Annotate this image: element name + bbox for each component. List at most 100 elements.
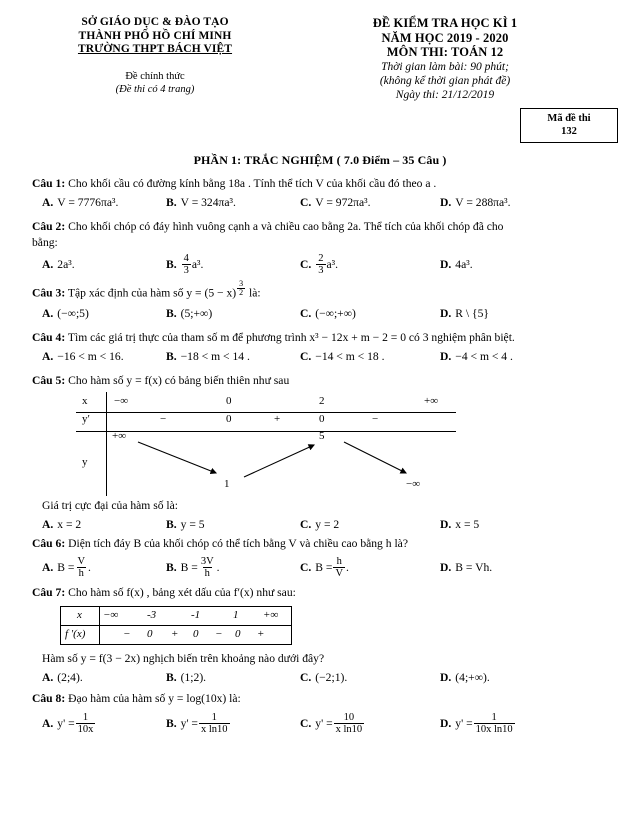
fraction-denominator: 3 bbox=[181, 264, 191, 276]
school-name: TRƯỜNG THPT BÁCH VIỆT bbox=[77, 43, 233, 55]
option-suffix: . bbox=[88, 561, 91, 574]
question-5-prompt-row: Giá trị cực đại của hàm số là: A. x = 2 … bbox=[32, 498, 614, 533]
question-7-option-a[interactable]: A. (2;4). bbox=[42, 670, 166, 686]
question-3-option-c[interactable]: C. (−∞;+∞) bbox=[300, 306, 440, 322]
fprime-sign-0: − bbox=[123, 627, 131, 640]
question-5-option-d[interactable]: D. x = 5 bbox=[440, 517, 560, 533]
option-text: (−2;1). bbox=[315, 670, 348, 684]
question-2: Câu 2: Cho khối chóp có đáy hình vuông c… bbox=[32, 219, 614, 277]
question-6-option-a[interactable]: A. B = V h . bbox=[42, 556, 166, 580]
exam-page: SỞ GIÁO DỤC & ĐÀO TẠO THÀNH PHỐ HỒ CHÍ M… bbox=[0, 0, 640, 833]
question-3-label: Câu 3: bbox=[32, 286, 66, 300]
question-1-option-d[interactable]: D. V = 288πa³. bbox=[440, 195, 560, 211]
school-header: SỞ GIÁO DỤC & ĐÀO TẠO THÀNH PHỐ HỒ CHÍ M… bbox=[30, 16, 280, 96]
fraction: 1 10x ln10 bbox=[473, 712, 515, 735]
fraction-denominator: h bbox=[76, 567, 86, 579]
question-5-option-c[interactable]: C. y = 2 bbox=[300, 517, 440, 533]
option-letter: A. bbox=[42, 670, 54, 684]
option-text: (−∞;5) bbox=[57, 306, 89, 320]
option-letter: C. bbox=[300, 517, 312, 531]
exam-code-wrapper: Mã đề thi 132 bbox=[0, 102, 640, 143]
exponent-fraction: 3 2 bbox=[237, 278, 246, 298]
variation-arrows bbox=[137, 440, 407, 478]
question-6-option-b[interactable]: B. B = 3V h . bbox=[166, 556, 300, 580]
question-8-option-c[interactable]: C. y' = 10 x ln10 bbox=[300, 712, 440, 736]
sign-table: x −∞ -3 -1 1 +∞ f '(x) − 0 + 0 − 0 + bbox=[60, 605, 292, 645]
question-4-option-d[interactable]: D. −4 < m < 4 . bbox=[440, 349, 560, 365]
option-letter: A. bbox=[42, 258, 54, 271]
question-3-option-d[interactable]: D. R \ {5} bbox=[440, 306, 560, 322]
question-2-option-d[interactable]: D. 4a³. bbox=[440, 254, 560, 277]
question-3: Câu 3: Tập xác định của hàm số y = (5 − … bbox=[32, 279, 614, 322]
question-2-option-a[interactable]: A. 2a³. bbox=[42, 254, 166, 277]
question-8-option-b[interactable]: B. y' = 1 x ln10 bbox=[166, 712, 300, 736]
subject: MÔN THI: TOÁN 12 bbox=[386, 45, 504, 59]
question-2-option-c[interactable]: C. 2 3 a³. bbox=[300, 253, 440, 277]
fraction: 1 10x bbox=[75, 712, 96, 735]
option-letter: C. bbox=[300, 717, 312, 730]
x-value-2: -1 bbox=[191, 608, 201, 621]
option-text: R \ {5} bbox=[455, 306, 489, 320]
option-letter: D. bbox=[440, 306, 452, 320]
question-1-option-b[interactable]: B. V = 324πa³. bbox=[166, 195, 300, 211]
question-4-stem: Tìm các giá trị thực của tham số m để ph… bbox=[67, 330, 515, 344]
question-2-stem-cont: bằng: bbox=[32, 235, 58, 249]
row-label-x: x bbox=[82, 394, 88, 407]
option-text: 2a³. bbox=[57, 258, 75, 271]
question-1-option-a[interactable]: A. V = 7776πa³. bbox=[42, 195, 166, 211]
question-5-options: A. x = 2 B. y = 5 C. y = 2 D. x = 5 bbox=[32, 517, 614, 533]
question-8-option-d[interactable]: D. y' = 1 10x ln10 bbox=[440, 712, 560, 736]
question-8-option-a[interactable]: A. y' = 1 10x bbox=[42, 712, 166, 736]
option-letter: D. bbox=[440, 561, 452, 574]
option-letter: D. bbox=[440, 717, 452, 730]
question-3-options: A. (−∞;5) B. (5;+∞) C. (−∞;+∞) D. R \ {5… bbox=[32, 306, 614, 322]
option-text: x = 2 bbox=[57, 517, 82, 531]
question-1-option-c[interactable]: C. V = 972πa³. bbox=[300, 195, 440, 211]
question-6-options: A. B = V h . B. B = 3V h . C. B = h V . … bbox=[32, 556, 614, 580]
department-line-1: SỞ GIÁO DỤC & ĐÀO TẠO bbox=[81, 16, 229, 28]
option-text: −14 < m < 18 . bbox=[315, 349, 385, 363]
fraction-denominator: x ln10 bbox=[198, 723, 230, 735]
question-5-option-a[interactable]: A. x = 2 bbox=[42, 517, 166, 533]
option-text: x = 5 bbox=[455, 517, 480, 531]
yprime-sign-0: − bbox=[160, 412, 167, 425]
fraction-numerator: 3 bbox=[239, 278, 244, 288]
question-4: Câu 4: Tìm các giá trị thực của tham số … bbox=[32, 330, 614, 365]
question-4-option-a[interactable]: A. −16 < m < 16. bbox=[42, 349, 166, 365]
question-5-option-b[interactable]: B. y = 5 bbox=[166, 517, 300, 533]
question-8-label: Câu 8: bbox=[32, 691, 66, 705]
question-7-option-d[interactable]: D. (4;+∞). bbox=[440, 670, 560, 686]
x-value-0: −∞ bbox=[103, 608, 119, 621]
question-2-option-b[interactable]: B. 4 3 a³. bbox=[166, 253, 300, 277]
option-letter: B. bbox=[166, 195, 177, 209]
question-6-label: Câu 6: bbox=[32, 536, 66, 550]
fraction: 4 3 bbox=[181, 253, 191, 276]
page-count-note: (Đề thi có 4 trang) bbox=[115, 83, 195, 95]
fraction-numerator: 3V bbox=[200, 556, 214, 567]
option-text: V = 972πa³. bbox=[315, 195, 371, 209]
question-4-option-b[interactable]: B. −18 < m < 14 . bbox=[166, 349, 300, 365]
option-text: V = 324πa³. bbox=[180, 195, 236, 209]
question-4-option-c[interactable]: C. −14 < m < 18 . bbox=[300, 349, 440, 365]
option-letter: C. bbox=[300, 195, 312, 209]
exam-title-block: ĐỀ KIỂM TRA HỌC KÌ 1 NĂM HỌC 2019 - 2020… bbox=[280, 16, 610, 102]
fraction: 10 x ln10 bbox=[333, 712, 365, 735]
question-3-option-b[interactable]: B. (5;+∞) bbox=[166, 306, 300, 322]
question-1-stem: Cho khối cầu có đường kính bằng 18a . Tí… bbox=[68, 176, 437, 190]
question-3-stem: Tập xác định của hàm số y = (5 − x) bbox=[67, 286, 237, 300]
option-letter: B. bbox=[166, 717, 177, 730]
question-6-option-d[interactable]: D. B = Vh. bbox=[440, 557, 560, 580]
question-7-label: Câu 7: bbox=[32, 585, 66, 599]
option-letter: B. bbox=[166, 349, 177, 363]
option-text: a³. bbox=[326, 258, 339, 271]
question-3-stem-post: là: bbox=[246, 286, 261, 300]
row-label-x: x bbox=[77, 608, 82, 621]
fraction-denominator: 3 bbox=[316, 264, 326, 276]
question-6-option-c[interactable]: C. B = h V . bbox=[300, 556, 440, 580]
questions-container: Câu 1: Cho khối cầu có đường kính bằng 1… bbox=[0, 176, 640, 736]
question-7-option-c[interactable]: C. (−2;1). bbox=[300, 670, 440, 686]
question-3-option-a[interactable]: A. (−∞;5) bbox=[42, 306, 166, 322]
question-7-option-b[interactable]: B. (1;2). bbox=[166, 670, 300, 686]
question-7-prompt: Hàm số y = f(3 − 2x) nghịch biến trên kh… bbox=[42, 651, 325, 665]
question-1-options: A. V = 7776πa³. B. V = 324πa³. C. V = 97… bbox=[32, 195, 614, 211]
